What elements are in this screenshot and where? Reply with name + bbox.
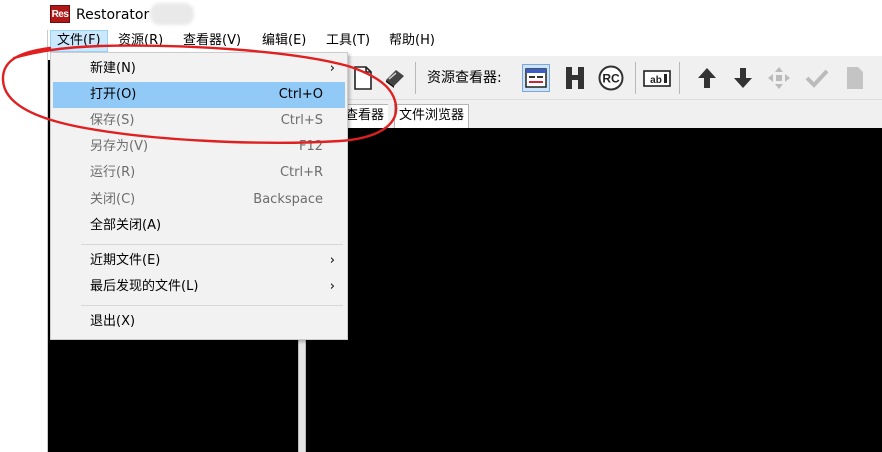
window-icon <box>525 68 547 88</box>
menu-item-label: 退出(X) <box>90 314 136 329</box>
menu-item-save-as[interactable]: 另存为(V) F12 <box>53 134 345 160</box>
move-up-button[interactable] <box>693 64 721 92</box>
toolbar-separator <box>415 62 416 94</box>
view-dialog-button[interactable]: ab <box>643 64 671 92</box>
viewer-label: 资源查看器: <box>427 70 502 86</box>
menu-item-save[interactable]: 保存(S) Ctrl+S <box>53 108 345 134</box>
menu-tools[interactable]: 工具(T) <box>320 30 376 52</box>
move-arrows-icon <box>768 67 790 89</box>
menu-separator <box>81 244 343 245</box>
menu-item-label: 近期文件(E) <box>90 253 161 268</box>
page-button[interactable] <box>841 64 869 92</box>
menu-item-last-found-files[interactable]: 最后发现的文件(L) › <box>53 274 345 300</box>
title-bar: Res Restorator <box>0 0 882 30</box>
menu-separator <box>81 305 343 306</box>
menu-help[interactable]: 帮助(H) <box>383 30 441 52</box>
menu-item-recent-files[interactable]: 近期文件(E) › <box>53 248 345 274</box>
menu-file[interactable]: 文件(F) <box>50 30 108 52</box>
menu-item-close-all[interactable]: 全部关闭(A) <box>53 213 345 239</box>
menu-item-shortcut: Backspace <box>253 192 323 207</box>
menu-item-shortcut: Ctrl+S <box>280 113 323 128</box>
arrow-down-icon <box>734 68 752 88</box>
menu-item-close[interactable]: 关闭(C) Backspace <box>53 187 345 213</box>
menu-item-exit[interactable]: 退出(X) <box>53 309 345 335</box>
toolbar: 资源查看器: RC ab <box>347 56 882 100</box>
arrow-up-icon <box>698 68 716 88</box>
menu-item-label: 新建(N) <box>90 61 136 76</box>
menu-item-shortcut: F12 <box>298 139 323 154</box>
menu-viewer[interactable]: 查看器(V) <box>177 30 247 52</box>
stamp-icon <box>386 70 404 88</box>
text-box-icon: ab <box>643 70 671 87</box>
menu-item-label: 关闭(C) <box>90 192 136 207</box>
menu-item-label: 打开(O) <box>90 87 137 102</box>
svg-text:RC: RC <box>602 72 620 86</box>
checkmark-icon <box>805 69 829 88</box>
view-hex-button[interactable] <box>561 64 589 92</box>
tab-file-browser[interactable]: 文件浏览器 <box>394 104 470 128</box>
menu-resource[interactable]: 资源(R) <box>112 30 169 52</box>
window-title: Restorator <box>76 7 150 23</box>
page-icon <box>354 66 372 90</box>
open-button[interactable] <box>381 64 409 92</box>
menu-item-open[interactable]: 打开(O) Ctrl+O <box>53 82 345 108</box>
submenu-arrow-icon: › <box>329 253 335 268</box>
redacted-area <box>150 3 194 25</box>
apply-button[interactable] <box>803 64 831 92</box>
viewer-panel[interactable] <box>306 128 882 452</box>
menu-item-label: 全部关闭(A) <box>90 218 162 233</box>
view-window-button[interactable] <box>522 64 550 92</box>
menu-item-shortcut: Ctrl+R <box>279 165 323 180</box>
view-rc-button[interactable]: RC <box>597 64 625 92</box>
new-file-button[interactable] <box>349 64 377 92</box>
menu-item-run[interactable]: 运行(R) Ctrl+R <box>53 160 345 186</box>
menu-item-label: 保存(S) <box>90 113 135 128</box>
menu-item-label: 最后发现的文件(L) <box>90 279 199 294</box>
h-letter-icon <box>566 67 584 89</box>
svg-text:ab: ab <box>650 75 662 86</box>
menu-item-label: 运行(R) <box>90 165 136 180</box>
menu-edit[interactable]: 编辑(E) <box>256 30 312 52</box>
file-menu-dropdown: 新建(N) › 打开(O) Ctrl+O 保存(S) Ctrl+S 另存为(V)… <box>50 52 348 340</box>
menu-item-label: 另存为(V) <box>90 139 149 154</box>
toolbar-separator <box>635 62 636 94</box>
blank-page-icon <box>847 67 863 89</box>
submenu-arrow-icon: › <box>329 279 335 294</box>
rc-icon: RC <box>598 65 624 91</box>
move-button[interactable] <box>765 64 793 92</box>
move-down-button[interactable] <box>729 64 757 92</box>
menu-bar: 文件(F) 资源(R) 查看器(V) 编辑(E) 工具(T) 帮助(H) <box>47 30 882 52</box>
app-icon: Res <box>50 5 70 23</box>
menu-item-new[interactable]: 新建(N) › <box>53 56 345 82</box>
tab-bar: 查看器 文件浏览器 <box>300 100 882 128</box>
toolbar-separator <box>679 62 680 94</box>
menu-item-shortcut: Ctrl+O <box>278 87 323 102</box>
submenu-arrow-icon: › <box>329 61 335 76</box>
